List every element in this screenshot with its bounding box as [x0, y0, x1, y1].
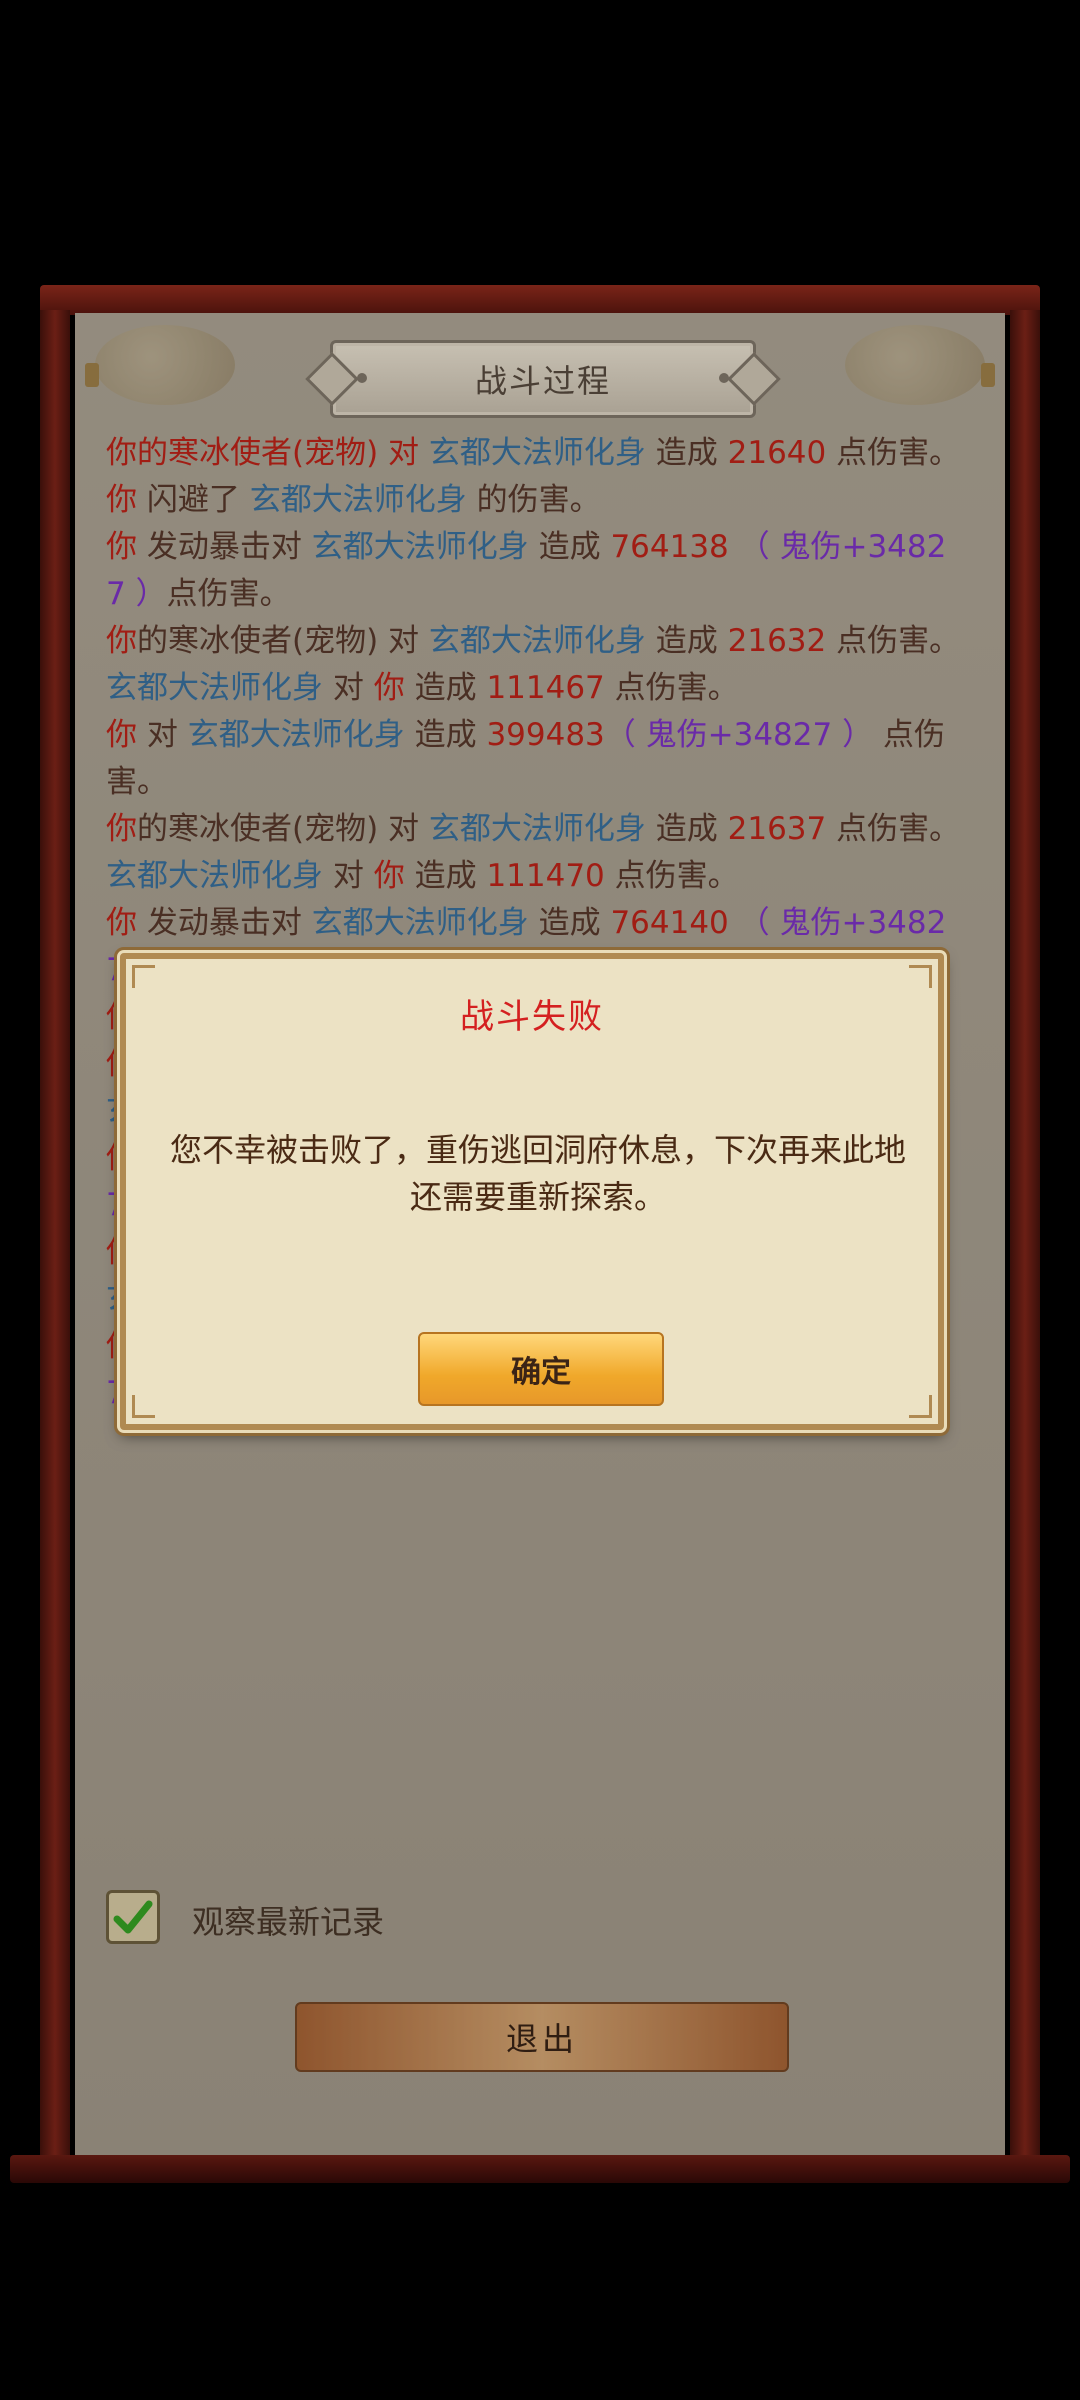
log-segment: 111470	[486, 858, 605, 894]
log-segment: 111467	[486, 670, 605, 706]
log-segment: 对	[323, 670, 374, 706]
log-segment: 发动暴击对	[137, 905, 312, 941]
log-line: 你 对 玄都大法师化身 造成 399483（ 鬼伤+34827 ） 点伤害。	[106, 712, 966, 806]
log-segment: 21637	[727, 811, 827, 847]
exit-button-label: 退出	[505, 2020, 578, 2058]
log-segment: 点伤害。	[166, 576, 291, 612]
log-segment: 闪避了	[137, 482, 250, 518]
confirm-button-label: 确定	[511, 1355, 571, 1390]
log-segment: 造成	[404, 858, 487, 894]
log-segment: 你	[373, 670, 405, 706]
log-segment: 玄都大法师化身	[106, 670, 323, 706]
banner-dot-right	[719, 373, 729, 383]
log-line: 你的寒冰使者(宠物) 对 玄都大法师化身 造成 21632 点伤害。	[106, 618, 966, 665]
log-segment: 点伤害。	[604, 670, 739, 706]
log-segment: 玄都大法师化身	[428, 623, 646, 659]
log-segment: 你	[106, 811, 137, 847]
log-segment: 玄都大法师化身	[428, 811, 646, 847]
exit-button[interactable]: 退出	[295, 2002, 789, 2072]
log-segment: （ 鬼伤+34827 ）	[604, 717, 874, 753]
log-segment: 21640	[727, 435, 827, 471]
log-segment: 点伤害。	[826, 435, 961, 471]
log-segment: 发动暴击对	[137, 529, 312, 565]
log-line: 玄都大法师化身 对 你 造成 111470 点伤害。	[106, 853, 966, 900]
log-segment: 造成	[645, 435, 728, 471]
log-segment: 的寒冰使者(宠物) 对	[137, 623, 429, 659]
banner-dot-left	[357, 373, 367, 383]
log-segment: 玄都大法师化身	[428, 435, 646, 471]
log-line: 你 发动暴击对 玄都大法师化身 造成 764138 （ 鬼伤+34827 ）点伤…	[106, 524, 966, 618]
scroll-right-rod	[1010, 310, 1040, 2180]
log-line: 你的寒冰使者(宠物) 对 玄都大法师化身 造成 21637 点伤害。	[106, 806, 966, 853]
observe-latest-checkbox[interactable]	[106, 1890, 160, 1944]
log-segment: 造成	[404, 717, 487, 753]
log-segment: 你	[106, 623, 137, 659]
log-segment: 玄都大法师化身	[106, 858, 323, 894]
log-segment: 造成	[528, 905, 611, 941]
log-segment: 你	[106, 905, 137, 941]
dialog-corner-ornament	[909, 1395, 932, 1418]
log-line: 你的寒冰使者(宠物) 对 玄都大法师化身 造成 21640 点伤害。	[106, 430, 966, 477]
log-segment: 764138	[610, 529, 729, 565]
log-segment: 的寒冰使者(宠物) 对	[137, 811, 429, 847]
scroll-bottom-rod	[10, 2155, 1070, 2183]
log-segment: 你	[106, 529, 137, 565]
log-line: 玄都大法师化身 对 你 造成 111467 点伤害。	[106, 665, 966, 712]
log-segment: 764140	[610, 905, 729, 941]
dialog-corner-ornament	[132, 965, 155, 988]
log-segment: 的伤害。	[466, 482, 601, 518]
log-segment: 点伤害。	[826, 811, 961, 847]
dialog-corner-ornament	[132, 1395, 155, 1418]
log-segment: 玄都大法师化身	[311, 905, 529, 941]
confirm-button[interactable]: 确定	[418, 1332, 664, 1406]
log-segment: 你	[373, 858, 405, 894]
log-segment: 玄都大法师化身	[187, 717, 405, 753]
checkmark-icon	[113, 1900, 153, 1934]
battle-defeat-dialog: 战斗失败 您不幸被击败了，重伤逃回洞府休息，下次再来此地还需要重新探索。 确定	[120, 953, 944, 1430]
log-segment: 造成	[528, 529, 611, 565]
log-segment: 对	[323, 858, 374, 894]
log-segment: 点伤害。	[604, 858, 739, 894]
observe-latest-label: 观察最新记录	[192, 1903, 385, 1941]
log-segment: 造成	[645, 811, 728, 847]
log-segment: 你	[106, 717, 137, 753]
title-banner: 战斗过程	[305, 340, 781, 418]
log-segment: 点伤害。	[826, 623, 961, 659]
log-segment: 对	[137, 717, 188, 753]
log-segment: 玄都大法师化身	[311, 529, 529, 565]
dialog-message: 您不幸被击败了，重伤逃回洞府休息，下次再来此地还需要重新探索。	[169, 1131, 906, 1216]
log-segment: 21632	[727, 623, 827, 659]
scroll-top-rod	[40, 285, 1040, 315]
dialog-title: 战斗失败	[460, 997, 604, 1037]
log-segment: 造成	[645, 623, 728, 659]
log-segment: 你的寒冰使者(宠物) 对	[106, 435, 429, 471]
log-segment: 造成	[404, 670, 487, 706]
log-segment: 你	[106, 482, 137, 518]
dialog-corner-ornament	[909, 965, 932, 988]
log-segment: 玄都大法师化身	[249, 482, 467, 518]
log-segment: 399483	[486, 717, 605, 753]
page-title: 战斗过程	[474, 362, 611, 400]
scroll-left-rod	[40, 310, 70, 2180]
log-line: 你 闪避了 玄都大法师化身 的伤害。	[106, 477, 966, 524]
